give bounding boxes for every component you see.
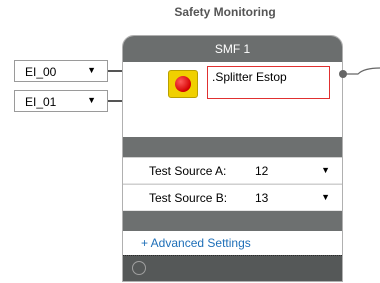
input-select-ei-00[interactable]: EI_00 ▼ xyxy=(14,60,108,82)
param-label: Test Source A: xyxy=(149,164,227,178)
output-wire xyxy=(346,67,380,75)
input-select-ei-01[interactable]: EI_01 ▼ xyxy=(14,90,108,112)
advanced-settings-label: + Advanced Settings xyxy=(141,236,251,250)
chevron-down-icon: ▼ xyxy=(321,192,330,202)
param-value: 12 xyxy=(255,164,269,178)
test-source-b-select[interactable]: Test Source B: 13 ▼ xyxy=(123,184,342,210)
param-value: 13 xyxy=(255,191,269,205)
divider-strip xyxy=(123,211,342,231)
chevron-down-icon: ▼ xyxy=(87,65,96,75)
param-label: Test Source B: xyxy=(149,191,228,205)
emergency-stop-button-graphic xyxy=(175,76,191,92)
chevron-down-icon: ▼ xyxy=(321,165,330,175)
test-source-a-select[interactable]: Test Source A: 12 ▼ xyxy=(123,157,342,183)
block-footer xyxy=(123,255,342,281)
block-title: SMF 1 xyxy=(123,36,342,62)
emergency-stop-icon xyxy=(168,70,198,98)
function-block[interactable]: SMF 1 .Splitter Estop Test Source A: 12 … xyxy=(122,35,343,282)
divider-strip xyxy=(123,137,342,157)
input-select-value: EI_00 xyxy=(25,65,57,79)
chevron-down-icon: ▼ xyxy=(87,95,96,105)
section-title: Safety Monitoring xyxy=(174,5,276,19)
tag-name-field[interactable]: .Splitter Estop xyxy=(207,66,330,99)
canvas: Safety Monitoring EI_00 ▼ EI_01 ▼ SMF 1 … xyxy=(0,0,380,283)
status-circle-icon xyxy=(132,261,146,275)
input-select-value: EI_01 xyxy=(25,95,57,109)
advanced-settings-link[interactable]: + Advanced Settings xyxy=(123,231,342,255)
